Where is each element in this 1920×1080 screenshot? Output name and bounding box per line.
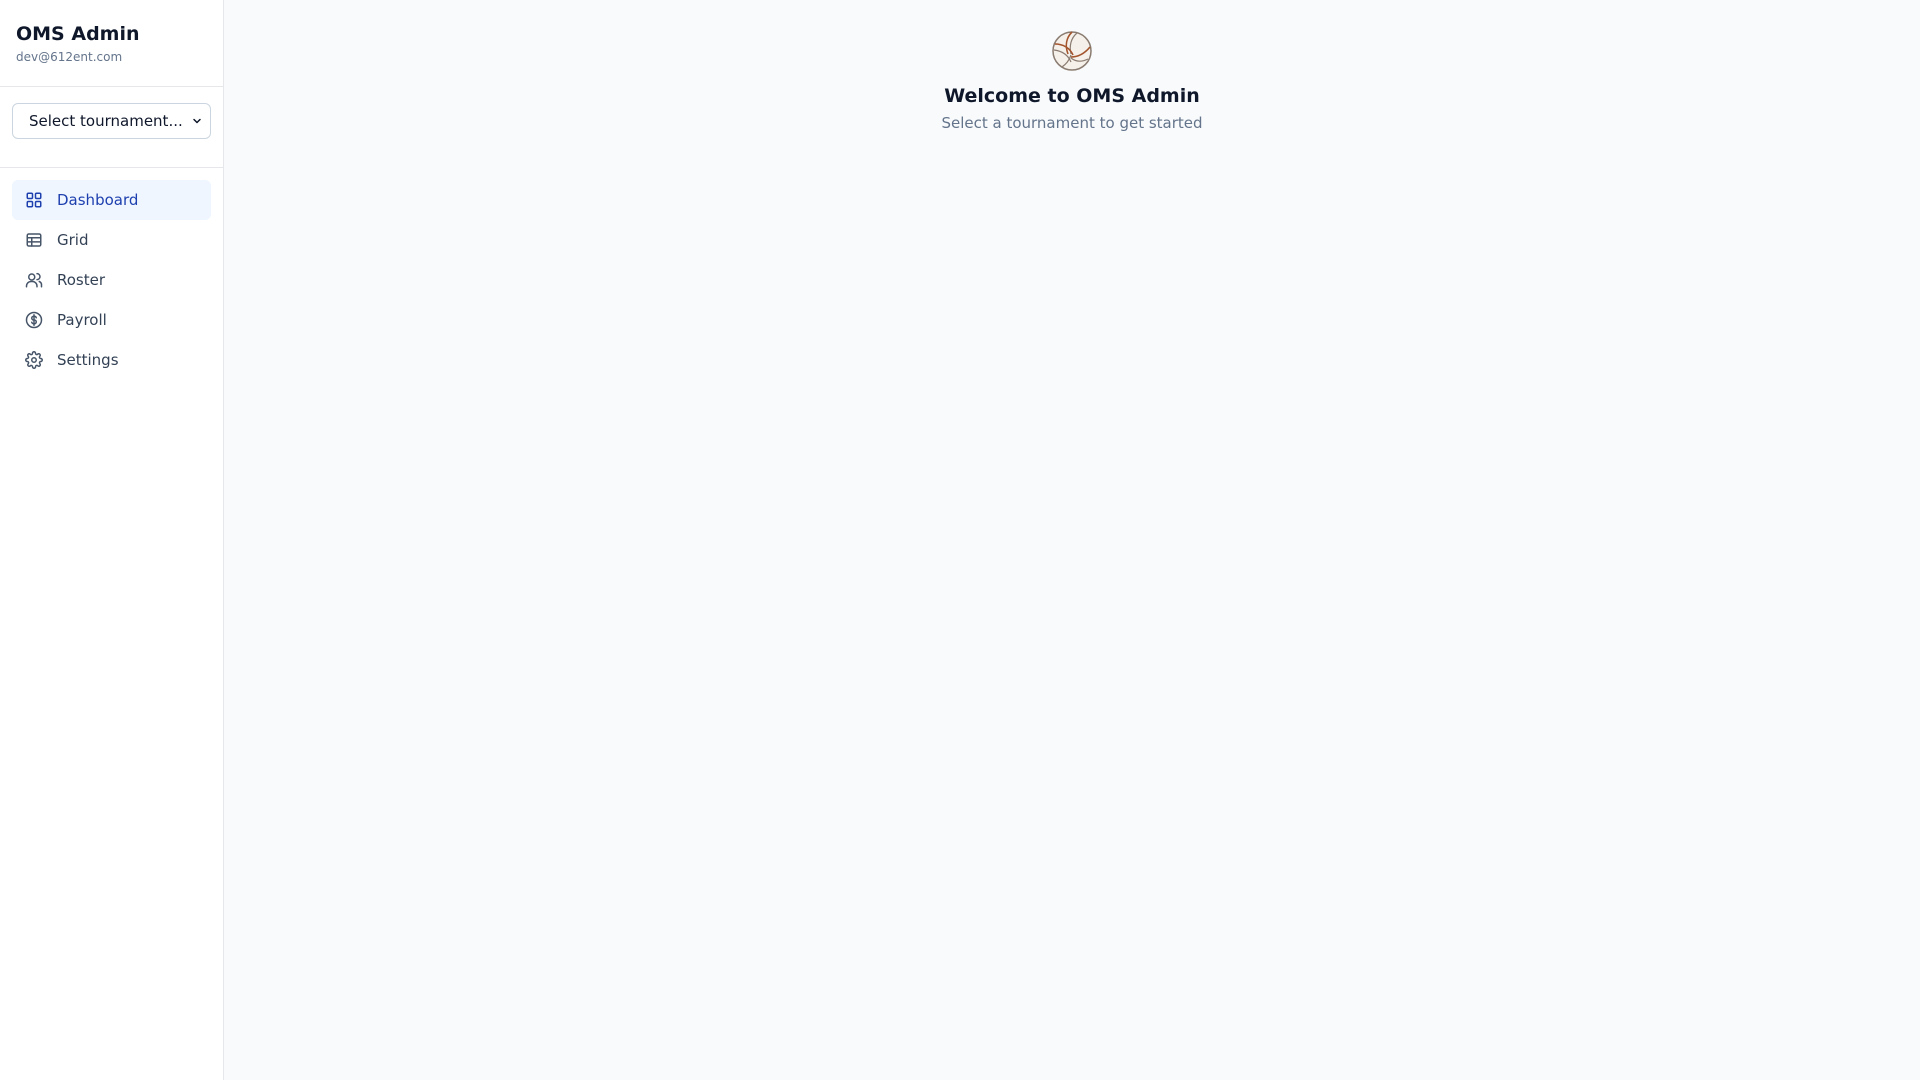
- main-content: Welcome to OMS Admin Select a tournament…: [224, 0, 1920, 1080]
- sidebar-item-label: Roster: [57, 271, 106, 289]
- gear-icon: [25, 351, 43, 369]
- sidebar-item-dashboard[interactable]: Dashboard: [12, 180, 211, 220]
- sidebar-item-payroll[interactable]: Payroll: [12, 300, 211, 340]
- tournament-select-section: Select tournament...: [0, 87, 223, 168]
- sidebar-item-roster[interactable]: Roster: [12, 260, 211, 300]
- sidebar: OMS Admin dev@612ent.com Select tourname…: [0, 0, 224, 1080]
- welcome-panel: Welcome to OMS Admin Select a tournament…: [224, 30, 1920, 133]
- table-icon: [25, 231, 43, 249]
- sidebar-nav: Dashboard Grid Roster Payroll Settings: [0, 168, 223, 392]
- user-email: dev@612ent.com: [16, 50, 123, 64]
- volleyball-icon: [1052, 31, 1092, 71]
- dashboard-icon: [25, 191, 43, 209]
- sidebar-item-grid[interactable]: Grid: [12, 220, 211, 260]
- welcome-title: Welcome to OMS Admin: [944, 85, 1200, 107]
- welcome-subtitle: Select a tournament to get started: [941, 114, 1203, 132]
- brand-header: OMS Admin dev@612ent.com: [0, 0, 223, 87]
- app-root: OMS Admin dev@612ent.com Select tourname…: [0, 0, 1920, 1080]
- sidebar-item-label: Settings: [57, 351, 119, 369]
- chevron-down-icon: [193, 118, 201, 124]
- users-icon: [25, 271, 43, 289]
- app-title: OMS Admin: [16, 23, 140, 45]
- dollar-circle-icon: [25, 311, 43, 329]
- tournament-select-value: Select tournament...: [29, 112, 183, 130]
- sidebar-item-label: Dashboard: [57, 191, 139, 209]
- sidebar-item-settings[interactable]: Settings: [12, 340, 211, 380]
- tournament-select[interactable]: Select tournament...: [12, 103, 211, 139]
- sidebar-item-label: Grid: [57, 231, 89, 249]
- sidebar-item-label: Payroll: [57, 311, 107, 329]
